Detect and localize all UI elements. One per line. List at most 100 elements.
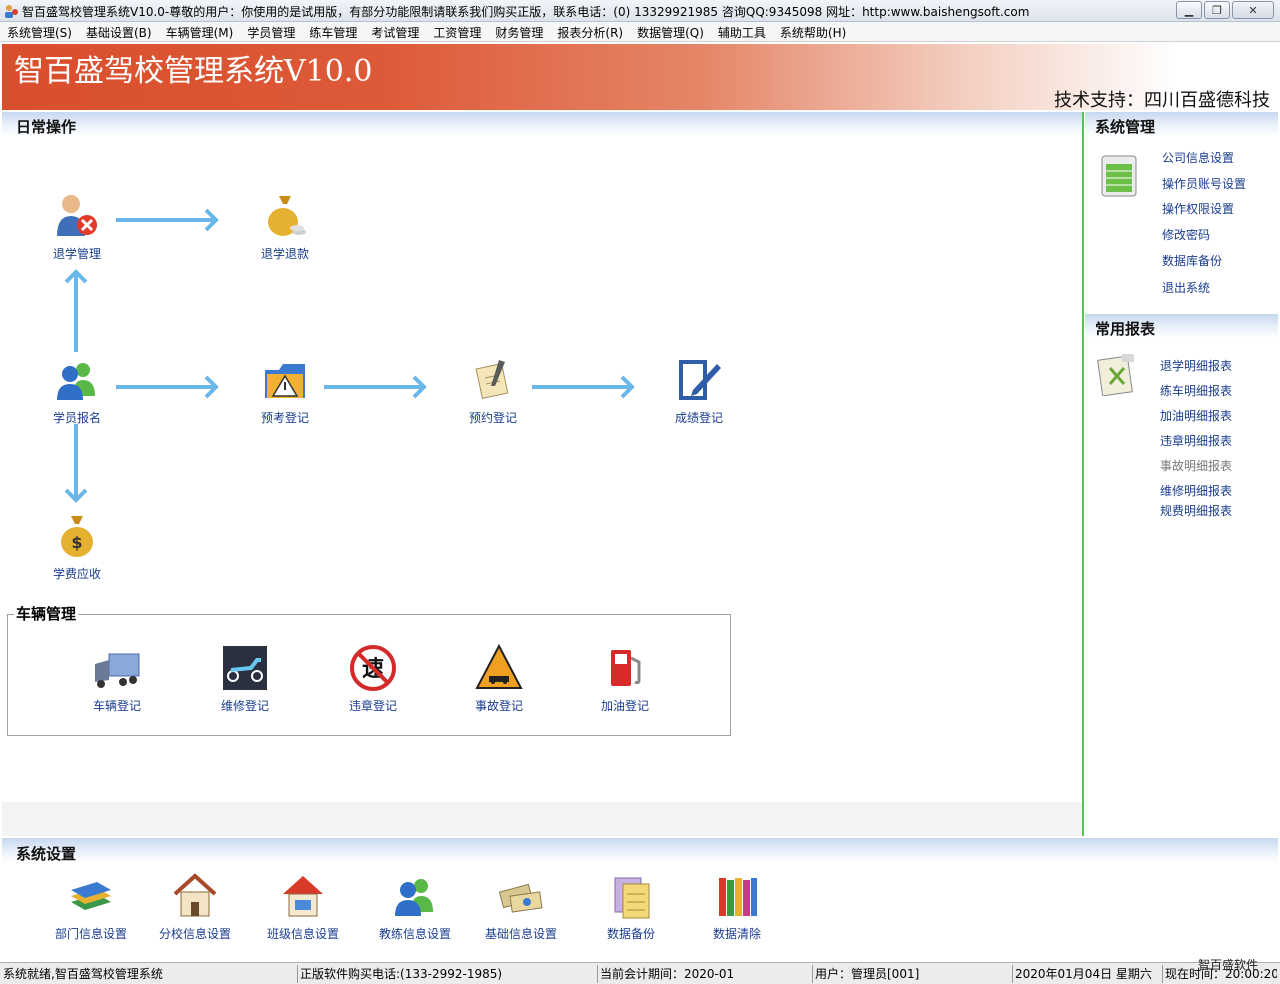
tile-coach-settings[interactable]: 教练信息设置: [370, 872, 460, 942]
window-controls: ▁ ❐ ✕: [1174, 1, 1274, 19]
arrow-up-icon: [64, 269, 88, 352]
banner-title: 智百盛驾校管理系统V10.0: [14, 54, 373, 89]
tile-score[interactable]: 成绩登记: [654, 356, 744, 426]
tile-label: 事故登记: [474, 699, 523, 713]
arrow-right-icon: [532, 375, 635, 399]
maximize-button[interactable]: ❐: [1204, 1, 1230, 19]
tile-label: 违章登记: [348, 699, 397, 713]
watermark: 智百盛软件: [1198, 958, 1259, 972]
tile-label: 预考登记: [260, 411, 309, 425]
menu-help[interactable]: 系统帮助(H): [773, 22, 853, 41]
menu-reports[interactable]: 报表分析(R): [550, 22, 630, 41]
books-icon: [71, 882, 111, 910]
menu-finance[interactable]: 财务管理: [488, 22, 550, 41]
menu-salary[interactable]: 工资管理: [426, 22, 488, 41]
truck-icon: [95, 653, 140, 688]
status-phone: 正版软件购买电话:(133-2992-1985): [300, 967, 503, 981]
tile-label: 学费应收: [52, 567, 101, 581]
status-user: 用户：管理员[001]: [815, 967, 920, 981]
menu-system[interactable]: 系统管理(S): [0, 22, 79, 41]
data-backup-icon: [614, 877, 650, 919]
tile-label: 基础信息设置: [484, 927, 557, 941]
status-bar: 系统就绪,智百盛驾校管理系统 正版软件购买电话:(133-2992-1985) …: [0, 962, 1280, 984]
daily-header-bar: [2, 112, 1082, 136]
link-report-accident[interactable]: 事故明细报表: [1160, 457, 1232, 474]
tile-basic-settings[interactable]: 基础信息设置: [476, 872, 566, 942]
link-permissions[interactable]: 操作权限设置: [1162, 200, 1234, 217]
spreadsheet-icon: [1101, 155, 1137, 197]
user-remove-icon: [57, 195, 97, 236]
tile-repair-register[interactable]: 维修登记: [200, 644, 290, 714]
report-panel-header: 常用报表: [1095, 320, 1156, 338]
status-period: 当前会计期间：2020-01: [600, 967, 735, 981]
banner-support: 技术支持：四川百盛德科技: [1054, 90, 1270, 111]
tile-branch-settings[interactable]: 分校信息设置: [150, 872, 240, 942]
tile-violation-register[interactable]: 速 违章登记: [328, 644, 418, 714]
no-speeding-icon: 速: [350, 645, 396, 691]
link-change-password[interactable]: 修改密码: [1162, 226, 1210, 243]
tile-booking[interactable]: 预约登记: [448, 356, 538, 426]
status-date: 2020年01月04日 星期六: [1015, 967, 1152, 981]
warning-sign-icon: [475, 643, 523, 689]
link-company-info[interactable]: 公司信息设置: [1162, 149, 1234, 166]
money-bag-icon: [268, 196, 306, 236]
menu-data[interactable]: 数据管理(Q): [630, 22, 711, 41]
tile-label: 数据清除: [712, 927, 761, 941]
tile-exam-register[interactable]: 预考登记: [240, 356, 330, 426]
tile-label: 预约登记: [468, 411, 517, 425]
tile-withdraw[interactable]: 退学管理: [32, 192, 122, 262]
status-separator: [812, 965, 813, 983]
link-report-withdraw[interactable]: 退学明细报表: [1160, 357, 1232, 374]
arrow-right-icon: [324, 375, 427, 399]
tile-enroll[interactable]: 学员报名: [32, 356, 122, 426]
tile-accident-register[interactable]: 事故登记: [454, 643, 544, 714]
link-report-fuel[interactable]: 加油明细报表: [1160, 407, 1232, 424]
status-separator: [1012, 965, 1013, 983]
menu-practice[interactable]: 练车管理: [302, 22, 364, 41]
status-separator: [1162, 965, 1163, 983]
menu-bar: 系统管理(S) 基础设置(B) 车辆管理(M) 学员管理 练车管理 考试管理 工…: [0, 22, 1280, 42]
window-title: 智百盛驾校管理系统V10.0-尊敬的用户：你使用的是试用版，有部分功能限制请联系…: [22, 5, 1030, 19]
tile-label: 学员报名: [52, 411, 101, 425]
tile-dept-settings[interactable]: 部门信息设置: [46, 872, 136, 942]
tile-label: 退学退款: [260, 247, 309, 261]
edit-document-icon: [679, 360, 721, 400]
tile-refund[interactable]: 退学退款: [240, 192, 330, 262]
tile-label: 车辆登记: [92, 699, 141, 713]
vehicle-header: 车辆管理: [14, 603, 79, 624]
sys-panel-header: 系统管理: [1095, 118, 1156, 136]
menu-tools[interactable]: 辅助工具: [711, 22, 773, 41]
link-report-violation[interactable]: 违章明细报表: [1160, 432, 1232, 449]
link-report-practice[interactable]: 练车明细报表: [1160, 382, 1232, 399]
users-icon: [395, 879, 433, 916]
svg-text:$: $: [71, 533, 82, 552]
minimize-button[interactable]: ▁: [1176, 1, 1202, 19]
tile-vehicle-register[interactable]: 车辆登记: [72, 644, 162, 714]
tile-label: 部门信息设置: [54, 927, 127, 941]
menu-basic-settings[interactable]: 基础设置(B): [79, 22, 159, 41]
tile-fee-receivable[interactable]: $ 学费应收: [32, 512, 122, 582]
app-banner: 智百盛驾校管理系统V10.0 技术支持：四川百盛德科技: [2, 44, 1278, 111]
status-separator: [297, 965, 298, 983]
close-button[interactable]: ✕: [1232, 1, 1274, 19]
tile-class-settings[interactable]: 班级信息设置: [258, 872, 348, 942]
tile-data-clear[interactable]: 数据清除: [692, 872, 782, 942]
link-report-fees[interactable]: 规费明细报表: [1160, 502, 1232, 519]
arrow-right-icon: [116, 208, 219, 232]
fuel-pump-icon: [611, 650, 641, 686]
link-operator-accounts[interactable]: 操作员账号设置: [1162, 175, 1246, 192]
app-window: 智百盛驾校管理系统V10.0-尊敬的用户：你使用的是试用版，有部分功能限制请联系…: [0, 0, 1280, 984]
tile-fuel-register[interactable]: 加油登记: [580, 644, 670, 714]
tile-label: 维修登记: [220, 699, 269, 713]
scooter-icon: [223, 646, 267, 690]
binders-icon: [719, 878, 757, 916]
app-logo-icon: [5, 5, 18, 18]
menu-vehicle[interactable]: 车辆管理(M): [159, 22, 241, 41]
menu-student[interactable]: 学员管理: [240, 22, 302, 41]
link-report-repair[interactable]: 维修明细报表: [1160, 482, 1232, 499]
tile-data-backup[interactable]: 数据备份: [586, 872, 676, 942]
link-db-backup[interactable]: 数据库备份: [1162, 252, 1222, 269]
arrow-right-icon: [116, 375, 219, 399]
menu-exam[interactable]: 考试管理: [364, 22, 426, 41]
link-exit[interactable]: 退出系统: [1162, 279, 1210, 296]
